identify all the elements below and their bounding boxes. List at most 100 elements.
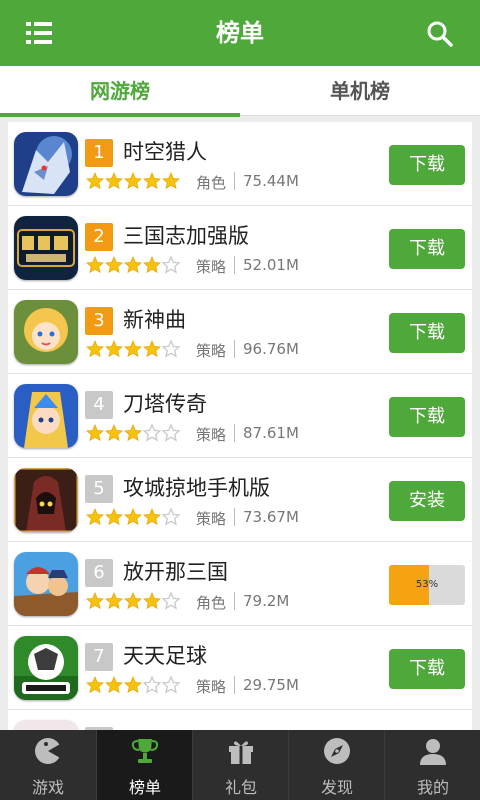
star-filled-icon (143, 172, 161, 190)
bottom-navigation: 游戏 榜单 礼包 发现 我的 (0, 730, 480, 800)
star-filled-icon (86, 172, 104, 190)
star-filled-icon (86, 424, 104, 442)
star-filled-icon (124, 508, 142, 526)
rank-badge: 4 (85, 391, 113, 419)
star-filled-icon (105, 592, 123, 610)
app-category: 策略 (196, 342, 227, 360)
install-button[interactable]: 安装 (389, 481, 465, 521)
app-name: 时空猎人 (123, 140, 207, 164)
app-name: 刀塔传奇 (123, 392, 207, 416)
download-progress-bar[interactable]: 53% (389, 565, 465, 605)
app-name: 放开那三国 (123, 560, 228, 584)
star-filled-icon (105, 676, 123, 694)
download-button[interactable]: 下载 (389, 397, 465, 437)
star-filled-icon (162, 172, 180, 190)
meta-divider (234, 256, 235, 274)
app-name: 天天足球 (123, 644, 207, 668)
list-item[interactable] (8, 710, 472, 730)
star-filled-icon (143, 340, 161, 358)
app-category: 策略 (196, 678, 227, 696)
nav-label: 游戏 (31, 778, 64, 797)
gamepad-icon (33, 736, 63, 766)
star-filled-icon (105, 424, 123, 442)
app-name: 新神曲 (123, 308, 186, 332)
star-filled-icon (86, 340, 104, 358)
star-empty-icon (143, 424, 161, 442)
app-icon (14, 468, 78, 532)
app-icon (14, 300, 78, 364)
nav-label: 发现 (320, 778, 353, 797)
star-filled-icon (143, 256, 161, 274)
list-item[interactable]: 5 攻城掠地手机版 策略 73.67M 安装 (8, 458, 472, 542)
tab-indicator (0, 113, 240, 117)
app-size: 75.44M (243, 172, 299, 190)
app-icon (14, 720, 78, 730)
rank-badge: 5 (85, 475, 113, 503)
tab-label: 单机榜 (330, 79, 390, 103)
star-filled-icon (105, 172, 123, 190)
search-icon[interactable] (426, 20, 454, 48)
app-size: 87.61M (243, 424, 299, 442)
page-title: 榜单 (216, 19, 264, 47)
star-filled-icon (105, 256, 123, 274)
nav-profile[interactable]: 我的 (385, 730, 480, 800)
app-icon (14, 216, 78, 280)
app-category: 策略 (196, 426, 227, 444)
list-item[interactable]: 2 三国志加强版 策略 52.01M 下载 (8, 206, 472, 290)
app-size: 79.2M (243, 592, 290, 610)
app-category: 策略 (196, 510, 227, 528)
app-name: 攻城掠地手机版 (123, 476, 270, 500)
list-item[interactable]: 7 天天足球 策略 29.75M 下载 (8, 626, 472, 710)
star-filled-icon (143, 508, 161, 526)
star-filled-icon (124, 676, 142, 694)
list-item[interactable]: 6 放开那三国 角色 79.2M 53% (8, 542, 472, 626)
nav-discover[interactable]: 发现 (289, 730, 385, 800)
nav-games[interactable]: 游戏 (0, 730, 96, 800)
rank-badge: 1 (85, 139, 113, 167)
app-icon (14, 636, 78, 700)
rank-badge: 6 (85, 559, 113, 587)
list-item[interactable]: 4 刀塔传奇 策略 87.61M 下载 (8, 374, 472, 458)
star-empty-icon (162, 592, 180, 610)
download-button[interactable]: 下载 (389, 313, 465, 353)
star-filled-icon (124, 340, 142, 358)
app-icon (14, 552, 78, 616)
star-empty-icon (162, 424, 180, 442)
nav-rankings[interactable]: 榜单 (97, 730, 193, 800)
nav-label: 我的 (416, 778, 449, 797)
star-filled-icon (143, 592, 161, 610)
nav-label: 榜单 (128, 778, 161, 797)
app-icon (14, 384, 78, 448)
list-item[interactable]: 3 新神曲 策略 96.76M 下载 (8, 290, 472, 374)
nav-gifts[interactable]: 礼包 (193, 730, 289, 800)
list-item[interactable]: 1 时空猎人 角色 75.44M 下载 (8, 122, 472, 206)
star-empty-icon (162, 508, 180, 526)
star-filled-icon (86, 676, 104, 694)
download-button[interactable]: 下载 (389, 649, 465, 689)
ranking-tabs: 网游榜 单机榜 (0, 66, 480, 117)
tab-single-player[interactable]: 单机榜 (240, 66, 480, 116)
app-size: 73.67M (243, 508, 299, 526)
meta-divider (234, 592, 235, 610)
star-filled-icon (124, 592, 142, 610)
download-button[interactable]: 下载 (389, 145, 465, 185)
star-empty-icon (162, 676, 180, 694)
star-filled-icon (124, 172, 142, 190)
meta-divider (234, 508, 235, 526)
star-filled-icon (124, 424, 142, 442)
rank-badge: 2 (85, 223, 113, 251)
meta-divider (234, 172, 235, 190)
tab-online-games[interactable]: 网游榜 (0, 66, 240, 117)
gift-icon (226, 736, 256, 766)
star-filled-icon (86, 508, 104, 526)
download-button[interactable]: 下载 (389, 229, 465, 269)
app-size: 96.76M (243, 340, 299, 358)
app-icon (14, 132, 78, 196)
ranking-list[interactable]: 1 时空猎人 角色 75.44M 下载 2 三国志加强版 策略 52.01M 下… (8, 122, 472, 730)
app-size: 29.75M (243, 676, 299, 694)
app-size: 52.01M (243, 256, 299, 274)
top-app-bar: 榜单 (0, 0, 480, 66)
nav-label: 礼包 (224, 778, 257, 797)
app-category: 角色 (196, 594, 227, 612)
trophy-icon (130, 736, 160, 766)
